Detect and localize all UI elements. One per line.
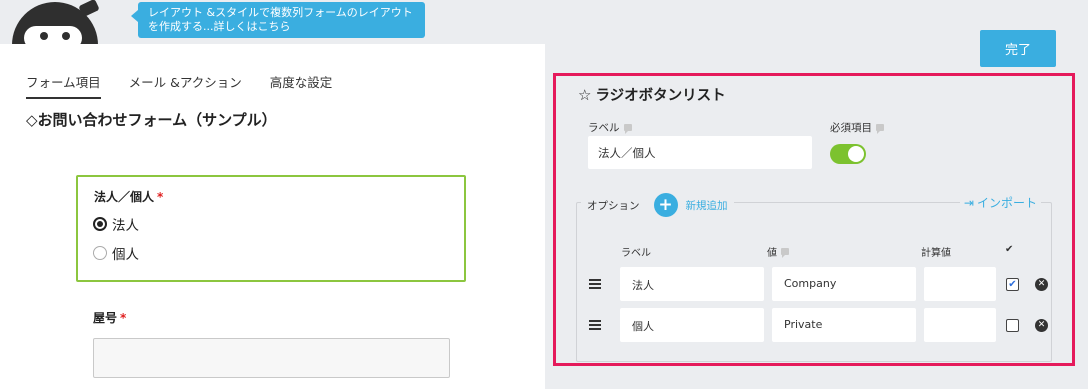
option-row: 法人 Company ✔ ✕ xyxy=(577,267,1053,302)
comment-icon xyxy=(623,124,632,134)
column-header-calc: 計算値 xyxy=(921,248,951,259)
delete-option-icon[interactable]: ✕ xyxy=(1035,278,1048,291)
option-label-input[interactable]: 法人 xyxy=(620,267,764,301)
radio-list-settings-panel: ☆ ラジオボタンリスト ラベル 法人／個人 必須項目 オプション + 新規追加 … xyxy=(553,73,1075,366)
required-mark: * xyxy=(157,190,164,204)
tab-advanced-settings[interactable]: 高度な設定 xyxy=(270,72,333,99)
help-tooltip[interactable]: レイアウト &スタイルで複数列フォームのレイアウト を作成する...詳しくはこち… xyxy=(131,2,425,38)
required-toggle[interactable] xyxy=(830,144,866,164)
add-new-option-link[interactable]: 新規追加 xyxy=(686,198,728,213)
add-option-plus-icon[interactable]: + xyxy=(653,193,678,217)
option-default-checkbox[interactable] xyxy=(1006,319,1019,332)
label-caption: ラベル xyxy=(588,120,632,135)
corporate-individual-label: 法人／個人 * xyxy=(94,190,164,204)
import-icon: ⇥ xyxy=(963,195,974,210)
option-calc-input[interactable] xyxy=(924,267,996,301)
column-header-label: ラベル xyxy=(621,248,651,259)
corporate-individual-field[interactable]: 法人／個人 * 法人 個人 xyxy=(76,175,466,282)
editor-tabs: フォーム項目 メール &アクション 高度な設定 xyxy=(26,72,332,99)
radio-option-label: 法人 xyxy=(112,218,139,234)
drag-handle-icon[interactable] xyxy=(589,320,601,330)
column-header-check-icon: ✔ xyxy=(1005,244,1014,255)
options-caption: オプション xyxy=(587,199,640,212)
option-label-input[interactable]: 個人 xyxy=(620,308,764,342)
comment-icon xyxy=(876,124,884,134)
comment-icon xyxy=(781,248,789,258)
radio-unselected-icon[interactable] xyxy=(93,246,107,260)
radio-option-label: 個人 xyxy=(112,247,139,263)
help-tooltip-line2: を作成する...詳しくはこちら xyxy=(148,20,291,33)
tab-email-actions[interactable]: メール &アクション xyxy=(129,72,242,99)
yago-label: 屋号 * xyxy=(93,311,127,325)
form-title: ◇お問い合わせフォーム（サンプル） xyxy=(26,111,277,129)
radio-option-corporate[interactable]: 法人 xyxy=(93,214,139,234)
ninja-logo xyxy=(10,0,100,48)
options-legend: オプション + 新規追加 xyxy=(581,193,734,217)
option-value-input[interactable]: Private xyxy=(772,308,916,342)
options-group: オプション + 新規追加 ⇥ インポート ラベル 値 計算値 ✔ 法人 Comp… xyxy=(576,193,1053,362)
option-value-input[interactable]: Company xyxy=(772,267,916,301)
option-calc-input[interactable] xyxy=(924,308,996,342)
delete-option-icon[interactable]: ✕ xyxy=(1035,319,1048,332)
option-default-checkbox[interactable]: ✔ xyxy=(1006,278,1019,291)
column-header-value: 値 xyxy=(767,244,789,259)
star-icon[interactable]: ☆ xyxy=(578,86,591,104)
panel-title-text: ラジオボタンリスト xyxy=(595,88,726,104)
required-mark: * xyxy=(120,311,127,325)
label-input[interactable]: 法人／個人 xyxy=(588,136,812,169)
help-tooltip-line1: レイアウト &スタイルで複数列フォームのレイアウト xyxy=(148,6,413,19)
radio-selected-icon[interactable] xyxy=(93,217,107,231)
yago-input[interactable] xyxy=(93,338,450,378)
drag-handle-icon[interactable] xyxy=(589,279,601,289)
radio-option-individual[interactable]: 個人 xyxy=(93,243,139,263)
done-button[interactable]: 完了 xyxy=(980,30,1056,67)
tab-form-fields[interactable]: フォーム項目 xyxy=(26,72,101,99)
required-caption: 必須項目 xyxy=(830,120,884,135)
panel-title: ☆ ラジオボタンリスト xyxy=(578,84,726,105)
option-row: 個人 Private ✕ xyxy=(577,308,1053,343)
import-link[interactable]: ⇥ インポート xyxy=(959,194,1041,211)
